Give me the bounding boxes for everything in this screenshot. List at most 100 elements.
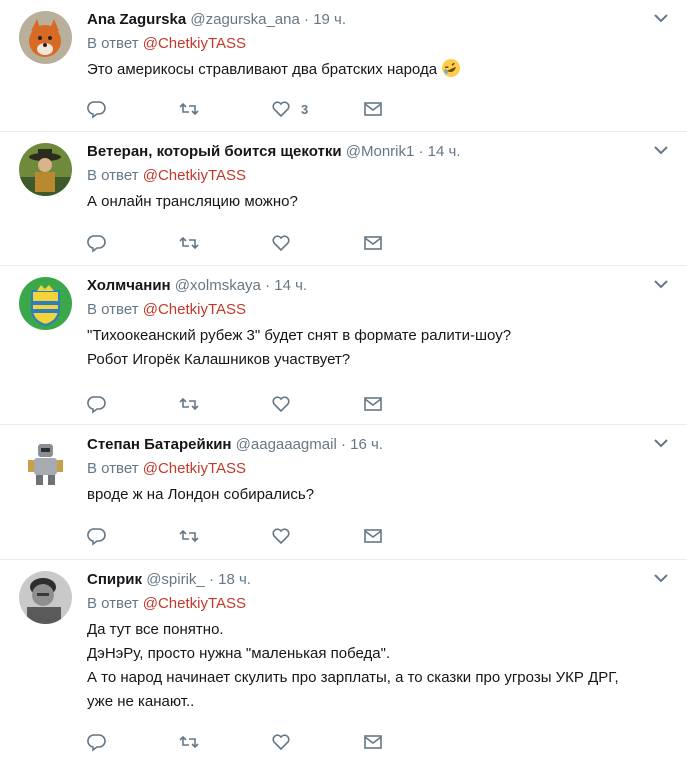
reply-button[interactable]	[87, 732, 179, 752]
tweet[interactable]: Ветеран, который боится щекотки @Monrik1…	[0, 132, 687, 266]
tweet-time[interactable]: 19 ч.	[313, 11, 346, 28]
envelope-icon	[364, 236, 382, 250]
message-button[interactable]	[363, 233, 455, 253]
reply-context: В ответ @ChetkiyTASS	[87, 166, 657, 186]
chevron-down-icon[interactable]	[653, 144, 669, 156]
like-button[interactable]	[271, 732, 363, 752]
avatar[interactable]	[19, 143, 72, 196]
reply-mention[interactable]: @ChetkiyTASS	[143, 167, 246, 184]
tweet-time[interactable]: 16 ч.	[350, 436, 383, 453]
reply-button[interactable]	[87, 526, 179, 546]
reply-mention[interactable]: @ChetkiyTASS	[143, 460, 246, 477]
robot-avatar-icon	[19, 436, 72, 489]
tweet-text: "Тихоокеанский рубеж 3" будет снят в фор…	[87, 324, 657, 372]
reply-prefix: В ответ	[87, 301, 139, 318]
user-name[interactable]: Спирик	[87, 571, 142, 588]
reply-mention[interactable]: @ChetkiyTASS	[143, 595, 246, 612]
user-name[interactable]: Степан Батарейкин	[87, 436, 231, 453]
reply-context: В ответ @ChetkiyTASS	[87, 594, 657, 614]
user-handle[interactable]: @zagurska_ana	[190, 11, 299, 28]
heart-icon	[272, 396, 290, 413]
tweet-actions	[87, 233, 455, 253]
envelope-icon	[364, 102, 382, 116]
tweet[interactable]: Спирик @spirik_ · 18 ч. В ответ @Chetkiy…	[0, 560, 687, 767]
tweet-actions	[87, 732, 455, 752]
tweet-line: Это америкосы стравливают два братских н…	[87, 61, 438, 78]
avatar[interactable]	[19, 571, 72, 624]
reply-icon	[87, 396, 106, 414]
envelope-icon	[364, 529, 382, 543]
heart-icon	[272, 528, 290, 545]
user-handle[interactable]: @Monrik1	[346, 143, 415, 160]
reply-mention[interactable]: @ChetkiyTASS	[143, 35, 246, 52]
retweet-button[interactable]	[179, 99, 271, 119]
chevron-down-icon[interactable]	[653, 12, 669, 24]
like-button[interactable]	[271, 526, 363, 546]
person-avatar-icon	[19, 571, 72, 624]
tweet-time[interactable]: 14 ч.	[428, 143, 461, 160]
retweet-icon	[179, 735, 199, 749]
retweet-button[interactable]	[179, 732, 271, 752]
heart-icon	[272, 101, 290, 118]
reply-button[interactable]	[87, 233, 179, 253]
reply-button[interactable]	[87, 394, 179, 414]
avatar[interactable]	[19, 277, 72, 330]
tweet-line: А то народ начинает скулить про зарплаты…	[87, 669, 619, 686]
tweet[interactable]: Ana Zagurska @zagurska_ana · 19 ч. В отв…	[0, 0, 687, 132]
chevron-down-icon[interactable]	[653, 278, 669, 290]
user-handle[interactable]: @aagaaagmail	[236, 436, 337, 453]
retweet-icon	[179, 236, 199, 250]
chevron-down-icon[interactable]	[653, 572, 669, 584]
tweet-line: Да тут все понятно.	[87, 621, 224, 638]
tweet[interactable]: Степан Батарейкин @aagaaagmail · 16 ч. В…	[0, 425, 687, 560]
fox-avatar-icon	[19, 11, 72, 64]
separator-dot: ·	[265, 277, 271, 294]
tweet-text: вроде ж на Лондон собирались?	[87, 483, 657, 507]
message-button[interactable]	[363, 732, 455, 752]
tweet-line: Робот Игорёк Калашников участвует?	[87, 351, 351, 368]
retweet-icon	[179, 102, 199, 116]
tweet-actions	[87, 394, 455, 414]
user-handle[interactable]: @xolmskaya	[175, 277, 261, 294]
rolling-laughing-emoji-icon	[442, 59, 461, 77]
retweet-button[interactable]	[179, 526, 271, 546]
user-name[interactable]: Холмчанин	[87, 277, 171, 294]
tweet-text: А онлайн трансляцию можно?	[87, 190, 657, 214]
tweet[interactable]: Холмчанин @xolmskaya · 14 ч. В ответ @Ch…	[0, 266, 687, 425]
reply-context: В ответ @ChetkiyTASS	[87, 34, 657, 54]
chevron-down-icon[interactable]	[653, 437, 669, 449]
tweet-line: "Тихоокеанский рубеж 3" будет снят в фор…	[87, 327, 512, 344]
user-name[interactable]: Ana Zagurska	[87, 11, 186, 28]
avatar[interactable]	[19, 11, 72, 64]
reply-context: В ответ @ChetkiyTASS	[87, 300, 657, 320]
tweet-actions	[87, 526, 455, 546]
tweet-line: ДэНэРу, просто нужна "маленькая победа".	[87, 645, 391, 662]
reply-icon	[87, 101, 106, 119]
retweet-icon	[179, 529, 199, 543]
heart-icon	[272, 235, 290, 252]
tweet-text: Да тут все понятно. ДэНэРу, просто нужна…	[87, 618, 657, 714]
reply-icon	[87, 528, 106, 546]
message-button[interactable]	[363, 526, 455, 546]
separator-dot: ·	[304, 11, 310, 28]
message-button[interactable]	[363, 99, 455, 119]
reply-prefix: В ответ	[87, 460, 139, 477]
retweet-button[interactable]	[179, 233, 271, 253]
like-button[interactable]	[271, 233, 363, 253]
like-button[interactable]: 3	[271, 99, 363, 119]
like-button[interactable]	[271, 394, 363, 414]
avatar[interactable]	[19, 436, 72, 489]
tweet-time[interactable]: 18 ч.	[218, 571, 251, 588]
envelope-icon	[364, 735, 382, 749]
tweet-line: вроде ж на Лондон собирались?	[87, 486, 315, 503]
separator-dot: ·	[340, 436, 346, 453]
user-handle[interactable]: @spirik_	[146, 571, 205, 588]
user-name[interactable]: Ветеран, который боится щекотки	[87, 143, 342, 160]
heart-icon	[272, 734, 290, 751]
tweet-time[interactable]: 14 ч.	[274, 277, 307, 294]
reply-mention[interactable]: @ChetkiyTASS	[143, 301, 246, 318]
retweet-button[interactable]	[179, 394, 271, 414]
reply-button[interactable]	[87, 99, 179, 119]
message-button[interactable]	[363, 394, 455, 414]
separator-dot: ·	[418, 143, 424, 160]
